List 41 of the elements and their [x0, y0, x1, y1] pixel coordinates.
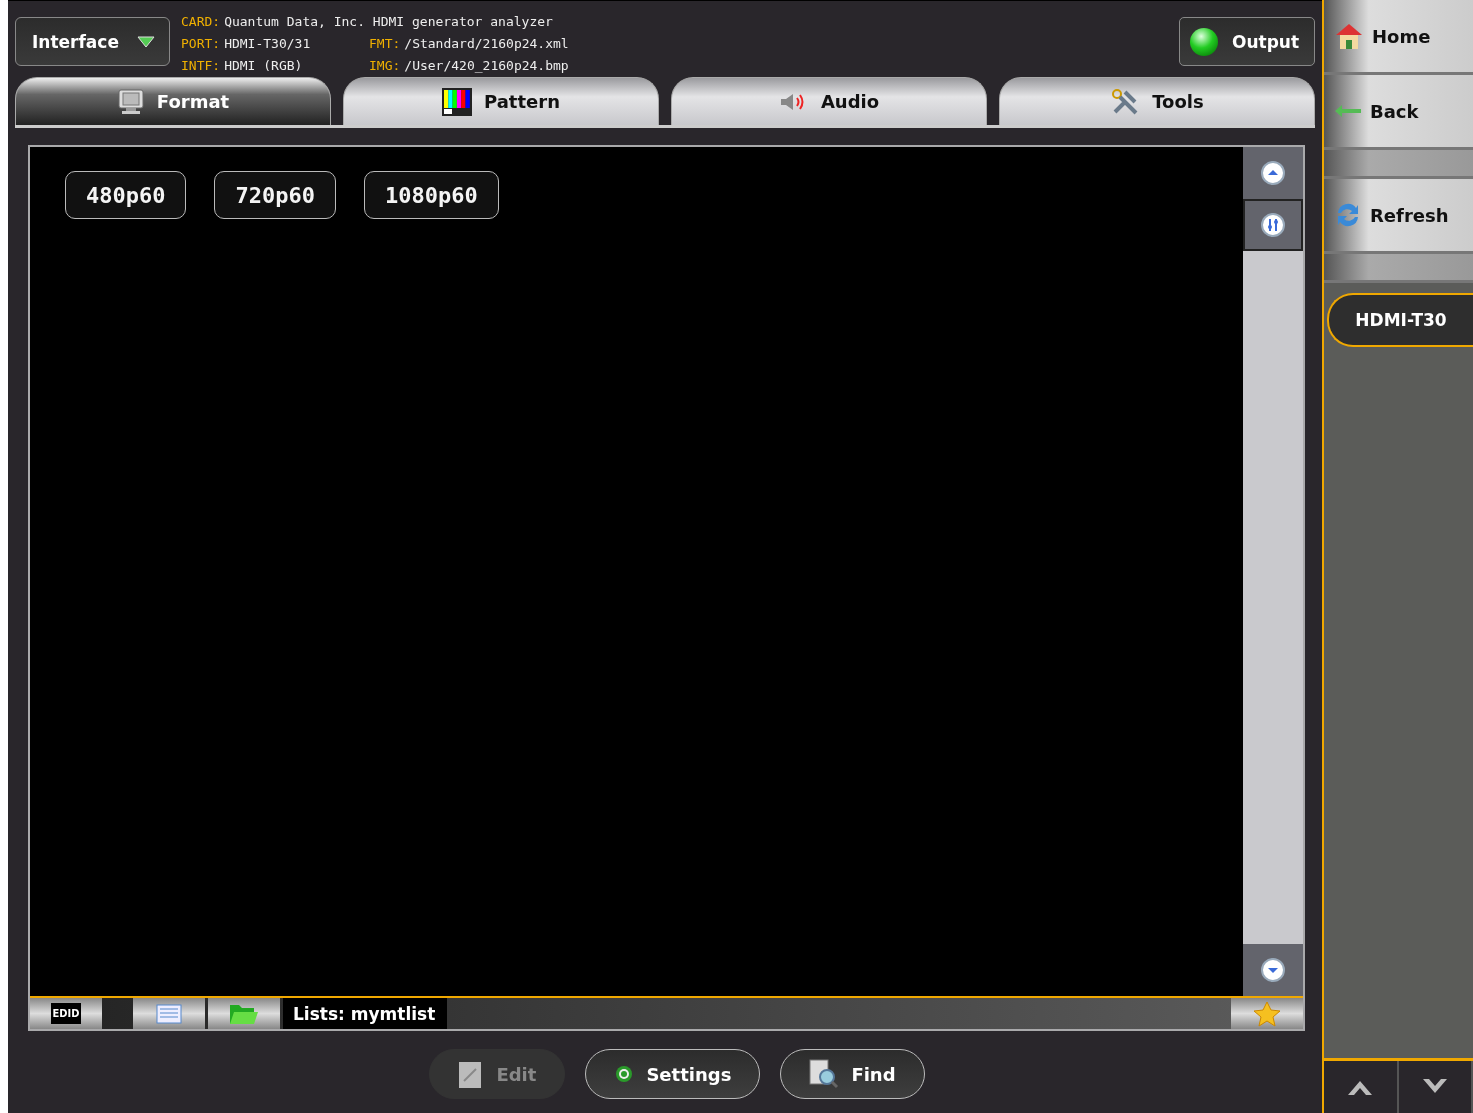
- nav-button[interactable]: Back: [1324, 75, 1473, 150]
- tab[interactable]: Format: [15, 77, 331, 125]
- monitor-icon: [116, 88, 145, 115]
- nav-button[interactable]: Home: [1324, 0, 1473, 75]
- nav-button[interactable]: Refresh: [1324, 179, 1473, 254]
- info-value: Quantum Data, Inc. HDMI generator analyzer: [224, 14, 553, 29]
- info-label: PORT:: [181, 36, 221, 51]
- favorite-button[interactable]: [1231, 998, 1303, 1029]
- find-button[interactable]: Find: [780, 1049, 925, 1099]
- caret-icon: [137, 35, 155, 48]
- tab[interactable]: Pattern: [343, 77, 659, 125]
- list-button[interactable]: [133, 998, 205, 1029]
- info-label: FMT:: [369, 36, 401, 51]
- sliders-icon[interactable]: [1260, 212, 1286, 238]
- interface-dropdown[interactable]: Interface: [15, 17, 170, 66]
- info-label: CARD:: [181, 14, 221, 29]
- list-label: Lists: mymtlist: [283, 998, 448, 1029]
- color-bars-icon: [442, 87, 472, 116]
- settings-icon: [614, 1064, 635, 1084]
- edid-button[interactable]: EDID: [30, 998, 102, 1029]
- search-icon: [809, 1059, 840, 1089]
- tab[interactable]: Tools: [999, 77, 1315, 125]
- tab[interactable]: Audio: [671, 77, 987, 125]
- format-button[interactable]: 1080p60: [363, 171, 499, 219]
- settings-button[interactable]: Settings: [585, 1049, 761, 1099]
- info-value: /Standard/2160p24.xml: [404, 36, 569, 51]
- format-button[interactable]: 720p60: [214, 171, 336, 219]
- scroll-down-icon[interactable]: [1260, 957, 1286, 983]
- device-button[interactable]: HDMI-T30: [1327, 293, 1473, 347]
- info-value: HDMI-T30/31: [224, 36, 311, 51]
- output-button[interactable]: Output: [1179, 17, 1315, 66]
- scroll-up-icon[interactable]: [1260, 160, 1286, 186]
- star-icon: [1253, 1000, 1281, 1027]
- info-value: HDMI (RGB): [224, 58, 303, 73]
- left-arrow-icon: [1334, 104, 1362, 118]
- format-button[interactable]: 480p60: [65, 171, 187, 219]
- info-label: IMG:: [369, 58, 401, 73]
- info-label: INTF:: [181, 58, 221, 73]
- list-icon: [156, 1003, 182, 1024]
- info-value: /User/420_2160p24.bmp: [404, 58, 569, 73]
- house-icon: [1334, 22, 1364, 50]
